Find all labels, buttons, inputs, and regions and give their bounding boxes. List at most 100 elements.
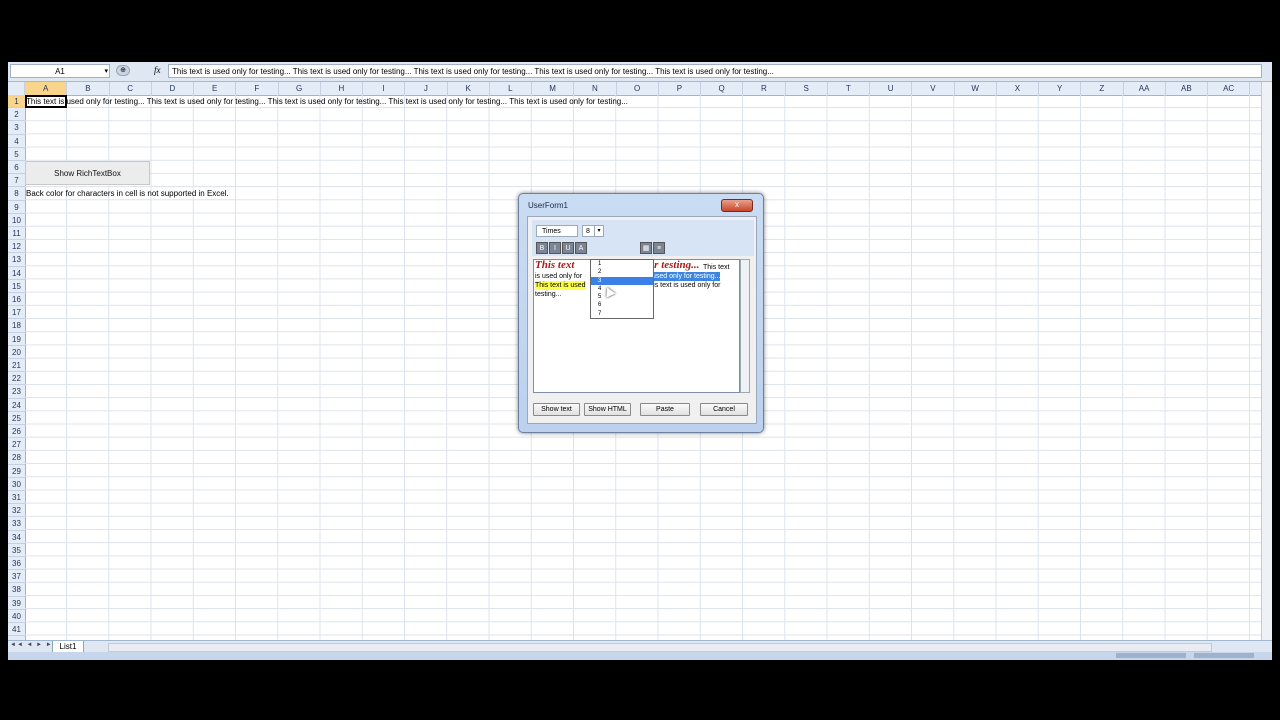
size-option[interactable]: 3 (591, 276, 653, 285)
row-header[interactable]: 3 (8, 121, 25, 135)
color-icon[interactable]: A (575, 242, 587, 254)
row-header[interactable]: 39 (8, 597, 25, 610)
row-header[interactable]: 41 (8, 623, 25, 637)
row-header[interactable]: 35 (8, 544, 25, 557)
row-header[interactable]: 18 (8, 319, 25, 333)
row-header[interactable]: 12 (8, 240, 25, 254)
row-header[interactable]: 24 (8, 399, 25, 412)
show-richtextbox-button[interactable]: Show RichTextBox (25, 161, 150, 185)
zoom-icon[interactable]: ⊕ (116, 65, 130, 76)
bold-icon[interactable]: B (536, 242, 548, 254)
paste-button[interactable]: Paste (640, 403, 690, 416)
row-header[interactable]: 31 (8, 491, 25, 505)
show-html-button[interactable]: Show HTML (584, 403, 631, 416)
row-header[interactable]: 13 (8, 253, 25, 267)
column-header[interactable]: N (574, 82, 617, 95)
row-header[interactable]: 37 (8, 570, 25, 584)
row-header[interactable]: 28 (8, 451, 25, 465)
zoom-slider[interactable] (1194, 653, 1254, 658)
row-header[interactable]: 9 (8, 201, 25, 214)
row-header[interactable]: 26 (8, 425, 25, 439)
row-header[interactable]: 4 (8, 135, 25, 148)
row-header[interactable]: 5 (8, 148, 25, 161)
column-header[interactable]: V (912, 82, 955, 95)
row-header[interactable]: 7 (8, 174, 25, 188)
row-header[interactable]: 22 (8, 372, 25, 386)
row-header[interactable]: 1 (8, 95, 25, 109)
column-header[interactable]: O (617, 82, 659, 95)
size-option[interactable]: 7 (591, 310, 653, 318)
highlight-icon[interactable]: ▦ (640, 242, 652, 254)
column-header[interactable]: Y (1039, 82, 1082, 95)
column-header[interactable]: C (110, 82, 152, 95)
vertical-scrollbar[interactable] (1261, 82, 1272, 650)
row-header[interactable]: 33 (8, 517, 25, 531)
italic-icon[interactable]: I (549, 242, 561, 254)
size-select[interactable]: 8 ▾ (582, 225, 604, 237)
row-header[interactable]: 27 (8, 438, 25, 452)
size-option[interactable]: 2 (591, 268, 653, 276)
column-header[interactable]: M (532, 82, 575, 95)
row-header[interactable]: 25 (8, 412, 25, 425)
row-header[interactable]: 10 (8, 214, 25, 227)
row-header[interactable]: 34 (8, 531, 25, 544)
column-header[interactable]: D (152, 82, 194, 95)
column-header[interactable]: I (363, 82, 406, 95)
row-header[interactable]: 21 (8, 359, 25, 373)
row-header[interactable]: 17 (8, 306, 25, 320)
row-header[interactable]: 40 (8, 610, 25, 623)
column-header[interactable]: Q (701, 82, 744, 95)
column-header[interactable]: AC (1208, 82, 1251, 95)
row-header[interactable]: 23 (8, 385, 25, 399)
name-box[interactable]: A1 ▾ (10, 64, 110, 78)
row-header[interactable]: 15 (8, 280, 25, 293)
row-header[interactable]: 6 (8, 161, 25, 175)
underline-icon[interactable]: U (562, 242, 574, 254)
column-header[interactable]: AB (1166, 82, 1208, 95)
size-option[interactable]: 6 (591, 301, 653, 309)
column-header[interactable]: Z (1081, 82, 1124, 95)
row-header[interactable]: 29 (8, 465, 25, 478)
cell-a8[interactable]: Back color for characters in cell is not… (26, 187, 229, 200)
row-header[interactable]: 11 (8, 227, 25, 241)
formula-input[interactable]: This text is used only for testing... Th… (168, 64, 1262, 78)
column-header[interactable]: T (828, 82, 870, 95)
column-header[interactable]: S (786, 82, 828, 95)
size-option[interactable]: 4 (591, 285, 653, 293)
select-all-corner[interactable] (8, 82, 25, 95)
column-header[interactable]: AA (1124, 82, 1166, 95)
column-header[interactable]: E (194, 82, 237, 95)
column-header[interactable]: W (955, 82, 997, 95)
align-icon[interactable]: ≡ (653, 242, 665, 254)
row-header[interactable]: 19 (8, 333, 25, 346)
font-select[interactable]: Times (536, 225, 578, 237)
chevron-down-icon[interactable]: ▾ (594, 226, 603, 236)
column-header[interactable]: R (743, 82, 786, 95)
column-header[interactable]: A (25, 82, 68, 95)
cancel-button[interactable]: Cancel (700, 403, 748, 416)
column-header[interactable]: B (67, 82, 110, 95)
column-header[interactable]: G (279, 82, 321, 95)
row-header[interactable]: 36 (8, 557, 25, 571)
horizontal-scrollbar[interactable] (108, 643, 1212, 652)
view-buttons[interactable] (1116, 653, 1186, 658)
column-header[interactable]: K (448, 82, 490, 95)
cell-a1[interactable]: This text is used only for testing... Th… (26, 95, 628, 108)
row-header[interactable]: 2 (8, 108, 25, 122)
rich-text-scrollbar[interactable] (740, 259, 750, 393)
size-option[interactable]: 5 (591, 293, 653, 301)
row-header[interactable]: 16 (8, 293, 25, 307)
chevron-down-icon[interactable]: ▾ (104, 65, 108, 78)
row-header[interactable]: 8 (8, 187, 25, 201)
column-header[interactable]: X (997, 82, 1039, 95)
column-header[interactable]: P (659, 82, 701, 95)
column-header[interactable]: U (870, 82, 913, 95)
row-header[interactable]: 30 (8, 478, 25, 491)
column-header[interactable]: L (490, 82, 532, 95)
row-header[interactable]: 38 (8, 583, 25, 597)
column-header[interactable]: H (321, 82, 363, 95)
column-header[interactable]: F (236, 82, 279, 95)
insert-function-button[interactable]: fx (154, 64, 161, 77)
row-header[interactable]: 20 (8, 346, 25, 359)
show-text-button[interactable]: Show text (533, 403, 580, 416)
